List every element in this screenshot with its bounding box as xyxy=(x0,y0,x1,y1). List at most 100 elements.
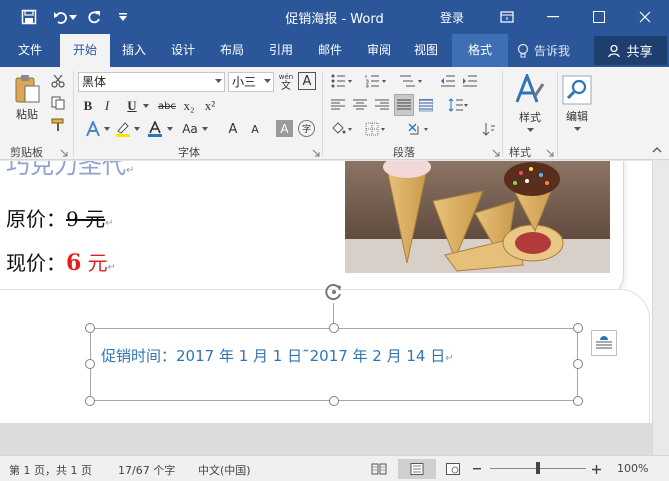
customize-quick-access-icon[interactable] xyxy=(112,7,134,27)
vertical-scrollbar[interactable] xyxy=(652,161,669,455)
shading-button[interactable] xyxy=(328,120,356,138)
sort-button[interactable] xyxy=(480,120,498,138)
current-price-line[interactable]: 现价：6 元↵ xyxy=(6,247,116,276)
zoom-slider-thumb[interactable] xyxy=(536,462,540,474)
styles-button[interactable]: 样式 xyxy=(510,71,550,135)
align-left-button[interactable] xyxy=(329,96,347,114)
chevron-down-icon[interactable] xyxy=(104,127,110,131)
tab-mailings[interactable]: 邮件 xyxy=(310,34,350,67)
phonetic-guide-button[interactable]: wén 文 xyxy=(276,71,296,93)
character-border-button[interactable]: A xyxy=(298,72,316,90)
cut-button[interactable] xyxy=(48,72,68,90)
decrease-indent-button[interactable] xyxy=(438,72,458,90)
strikethrough-button[interactable]: abc xyxy=(155,97,179,115)
bold-button[interactable]: B xyxy=(80,97,96,115)
maximize-button[interactable] xyxy=(576,0,622,34)
resize-handle-left[interactable] xyxy=(85,359,95,369)
redo-icon[interactable] xyxy=(83,7,105,27)
save-icon[interactable] xyxy=(18,7,40,27)
increase-indent-button[interactable] xyxy=(460,72,480,90)
bullets-button[interactable] xyxy=(328,72,356,90)
font-launcher-icon[interactable] xyxy=(312,149,320,157)
resize-handle-bottom[interactable] xyxy=(329,396,339,406)
numbering-button[interactable] xyxy=(362,72,390,90)
resize-handle-top[interactable] xyxy=(329,323,339,333)
chinese-layout-button[interactable] xyxy=(404,120,434,138)
promo-text-box[interactable]: 促销时间：2017 年 1 月 1 日˜2017 年 2 月 14 日↵ xyxy=(85,323,583,406)
print-layout-button[interactable] xyxy=(398,459,436,479)
rotate-handle-icon[interactable] xyxy=(324,282,344,302)
format-painter-button[interactable] xyxy=(48,116,68,134)
tab-review[interactable]: 审阅 xyxy=(359,34,399,67)
tab-view[interactable]: 视图 xyxy=(406,34,446,67)
borders-button[interactable] xyxy=(362,120,390,138)
tab-home[interactable]: 开始 xyxy=(60,34,110,67)
paste-button[interactable]: 粘贴 xyxy=(8,71,46,125)
resize-handle-top-left[interactable] xyxy=(85,323,95,333)
word-count[interactable]: 17/67 个字 xyxy=(118,462,175,478)
align-center-button[interactable] xyxy=(351,96,369,114)
editing-button[interactable]: 编辑 xyxy=(560,71,594,135)
change-case-button[interactable]: Aa xyxy=(179,119,201,139)
product-heading[interactable]: 巧克力圣代↵ xyxy=(6,161,134,180)
minimize-button[interactable] xyxy=(530,0,576,34)
collapse-ribbon-icon[interactable] xyxy=(652,147,662,153)
tab-file[interactable]: 文件 xyxy=(8,34,52,67)
highlight-button[interactable] xyxy=(113,119,133,139)
tab-references[interactable]: 引用 xyxy=(261,34,301,67)
copy-button[interactable] xyxy=(48,94,68,112)
justify-button[interactable] xyxy=(394,94,414,116)
page-count[interactable]: 第 1 页，共 1 页 xyxy=(9,462,92,478)
resize-handle-right[interactable] xyxy=(573,359,583,369)
document-area[interactable]: 巧克力圣代↵ 原价：9 元↵ 现价：6 元↵ 促销时间：2017 年 1 月 1… xyxy=(0,161,669,455)
language-indicator[interactable]: 中文(中国) xyxy=(198,462,251,478)
tab-insert[interactable]: 插入 xyxy=(114,34,154,67)
resize-handle-bottom-left[interactable] xyxy=(85,396,95,406)
document-page[interactable]: 巧克力圣代↵ 原价：9 元↵ 现价：6 元↵ 促销时间：2017 年 1 月 1… xyxy=(0,161,652,423)
resize-handle-top-right[interactable] xyxy=(573,323,583,333)
font-size-combo[interactable]: 小三 xyxy=(228,72,274,92)
line-spacing-button[interactable] xyxy=(446,96,470,114)
promo-text[interactable]: 促销时间：2017 年 1 月 1 日˜2017 年 2 月 14 日↵ xyxy=(101,345,454,366)
chevron-down-icon[interactable] xyxy=(143,104,149,108)
tab-layout[interactable]: 布局 xyxy=(212,34,252,67)
align-right-button[interactable] xyxy=(373,96,391,114)
underline-button[interactable]: U xyxy=(124,97,140,115)
zoom-level[interactable]: 100% xyxy=(617,462,648,475)
ribbon-display-options-icon[interactable] xyxy=(484,0,530,34)
shrink-font-button[interactable]: A xyxy=(246,119,264,139)
styles-launcher-icon[interactable] xyxy=(546,149,554,157)
zoom-out-button[interactable] xyxy=(470,459,484,479)
chevron-down-icon[interactable] xyxy=(134,127,140,131)
tab-design[interactable]: 设计 xyxy=(163,34,203,67)
read-mode-button[interactable] xyxy=(368,459,390,479)
superscript-button[interactable]: x² xyxy=(202,97,218,115)
enclose-characters-button[interactable]: 字 xyxy=(298,120,315,137)
text-effects-button[interactable] xyxy=(82,119,104,139)
login-link[interactable]: 登录 xyxy=(440,9,464,26)
chevron-down-icon[interactable] xyxy=(167,127,173,131)
chevron-down-icon[interactable] xyxy=(202,127,208,131)
layout-options-button[interactable] xyxy=(591,330,617,356)
multilevel-list-button[interactable] xyxy=(396,72,426,90)
clipboard-launcher-icon[interactable] xyxy=(60,149,68,157)
tab-format[interactable]: 格式 xyxy=(452,34,508,67)
distributed-button[interactable] xyxy=(417,96,435,114)
tell-me-box[interactable]: 告诉我 xyxy=(517,34,570,67)
zoom-in-button[interactable] xyxy=(589,459,603,479)
align-right-icon xyxy=(375,99,389,110)
ice-cream-photo[interactable] xyxy=(345,161,610,273)
subscript-button[interactable]: x₂ xyxy=(181,97,197,115)
character-shading-button[interactable]: A xyxy=(276,120,293,137)
undo-dropdown-icon[interactable] xyxy=(67,7,79,27)
font-color-button[interactable] xyxy=(145,119,165,139)
original-price-line[interactable]: 原价：9 元↵ xyxy=(6,203,113,232)
italic-button[interactable]: I xyxy=(100,97,114,115)
font-name-combo[interactable]: 黑体 xyxy=(78,72,225,92)
close-button[interactable] xyxy=(622,0,668,34)
web-layout-button[interactable] xyxy=(442,459,464,479)
share-button[interactable]: 共享 xyxy=(594,36,667,65)
grow-font-button[interactable]: A xyxy=(224,119,242,139)
resize-handle-bottom-right[interactable] xyxy=(573,396,583,406)
paragraph-launcher-icon[interactable] xyxy=(492,149,500,157)
